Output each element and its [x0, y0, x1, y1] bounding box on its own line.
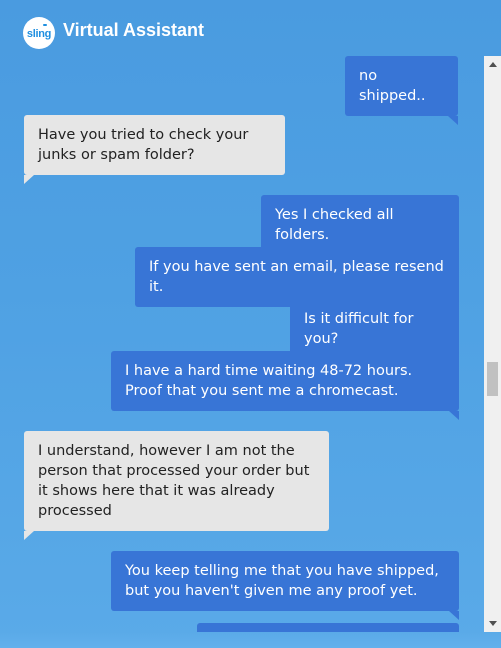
- sling-logo: sling: [23, 17, 55, 49]
- message-user: Yes I checked all folders.: [261, 195, 459, 264]
- message-user: If you have sent an email, please resend…: [135, 247, 459, 316]
- message-text: Yes I checked all folders.: [275, 207, 394, 243]
- chat-transcript[interactable]: no shipped.. Have you tried to check you…: [0, 50, 484, 632]
- scrollbar-thumb[interactable]: [487, 362, 498, 396]
- message-text: You keep telling me that you have shippe…: [125, 563, 439, 599]
- message-user-partial: [197, 623, 459, 632]
- message-text: I have a hard time waiting 48-72 hours. …: [125, 363, 413, 399]
- message-user: Is it difficult for you?: [290, 299, 459, 368]
- scroll-up-arrow-icon[interactable]: [484, 56, 501, 73]
- message-text: Is it difficult for you?: [304, 311, 414, 347]
- message-agent: Have you tried to check your junks or sp…: [24, 115, 285, 184]
- message-user: You keep telling me that you have shippe…: [111, 551, 459, 620]
- message-text: I understand, however I am not the perso…: [38, 443, 310, 519]
- chat-scrollbar[interactable]: [484, 56, 501, 632]
- logo-text: sling: [26, 28, 52, 40]
- chat-footer-edge: [0, 632, 501, 648]
- message-user: I have a hard time waiting 48-72 hours. …: [111, 351, 459, 420]
- scroll-down-arrow-icon[interactable]: [484, 615, 501, 632]
- message-text: no shipped..: [359, 68, 426, 104]
- virtual-assistant-window: sling Virtual Assistant no shipped.. Hav…: [0, 0, 501, 648]
- header-title: Virtual Assistant: [63, 20, 205, 40]
- logo-dot-icon: [43, 24, 47, 26]
- message-text: Have you tried to check your junks or sp…: [38, 127, 249, 163]
- message-agent: I understand, however I am not the perso…: [24, 431, 329, 540]
- message-user: no shipped..: [345, 56, 458, 125]
- message-text: If you have sent an email, please resend…: [149, 259, 444, 295]
